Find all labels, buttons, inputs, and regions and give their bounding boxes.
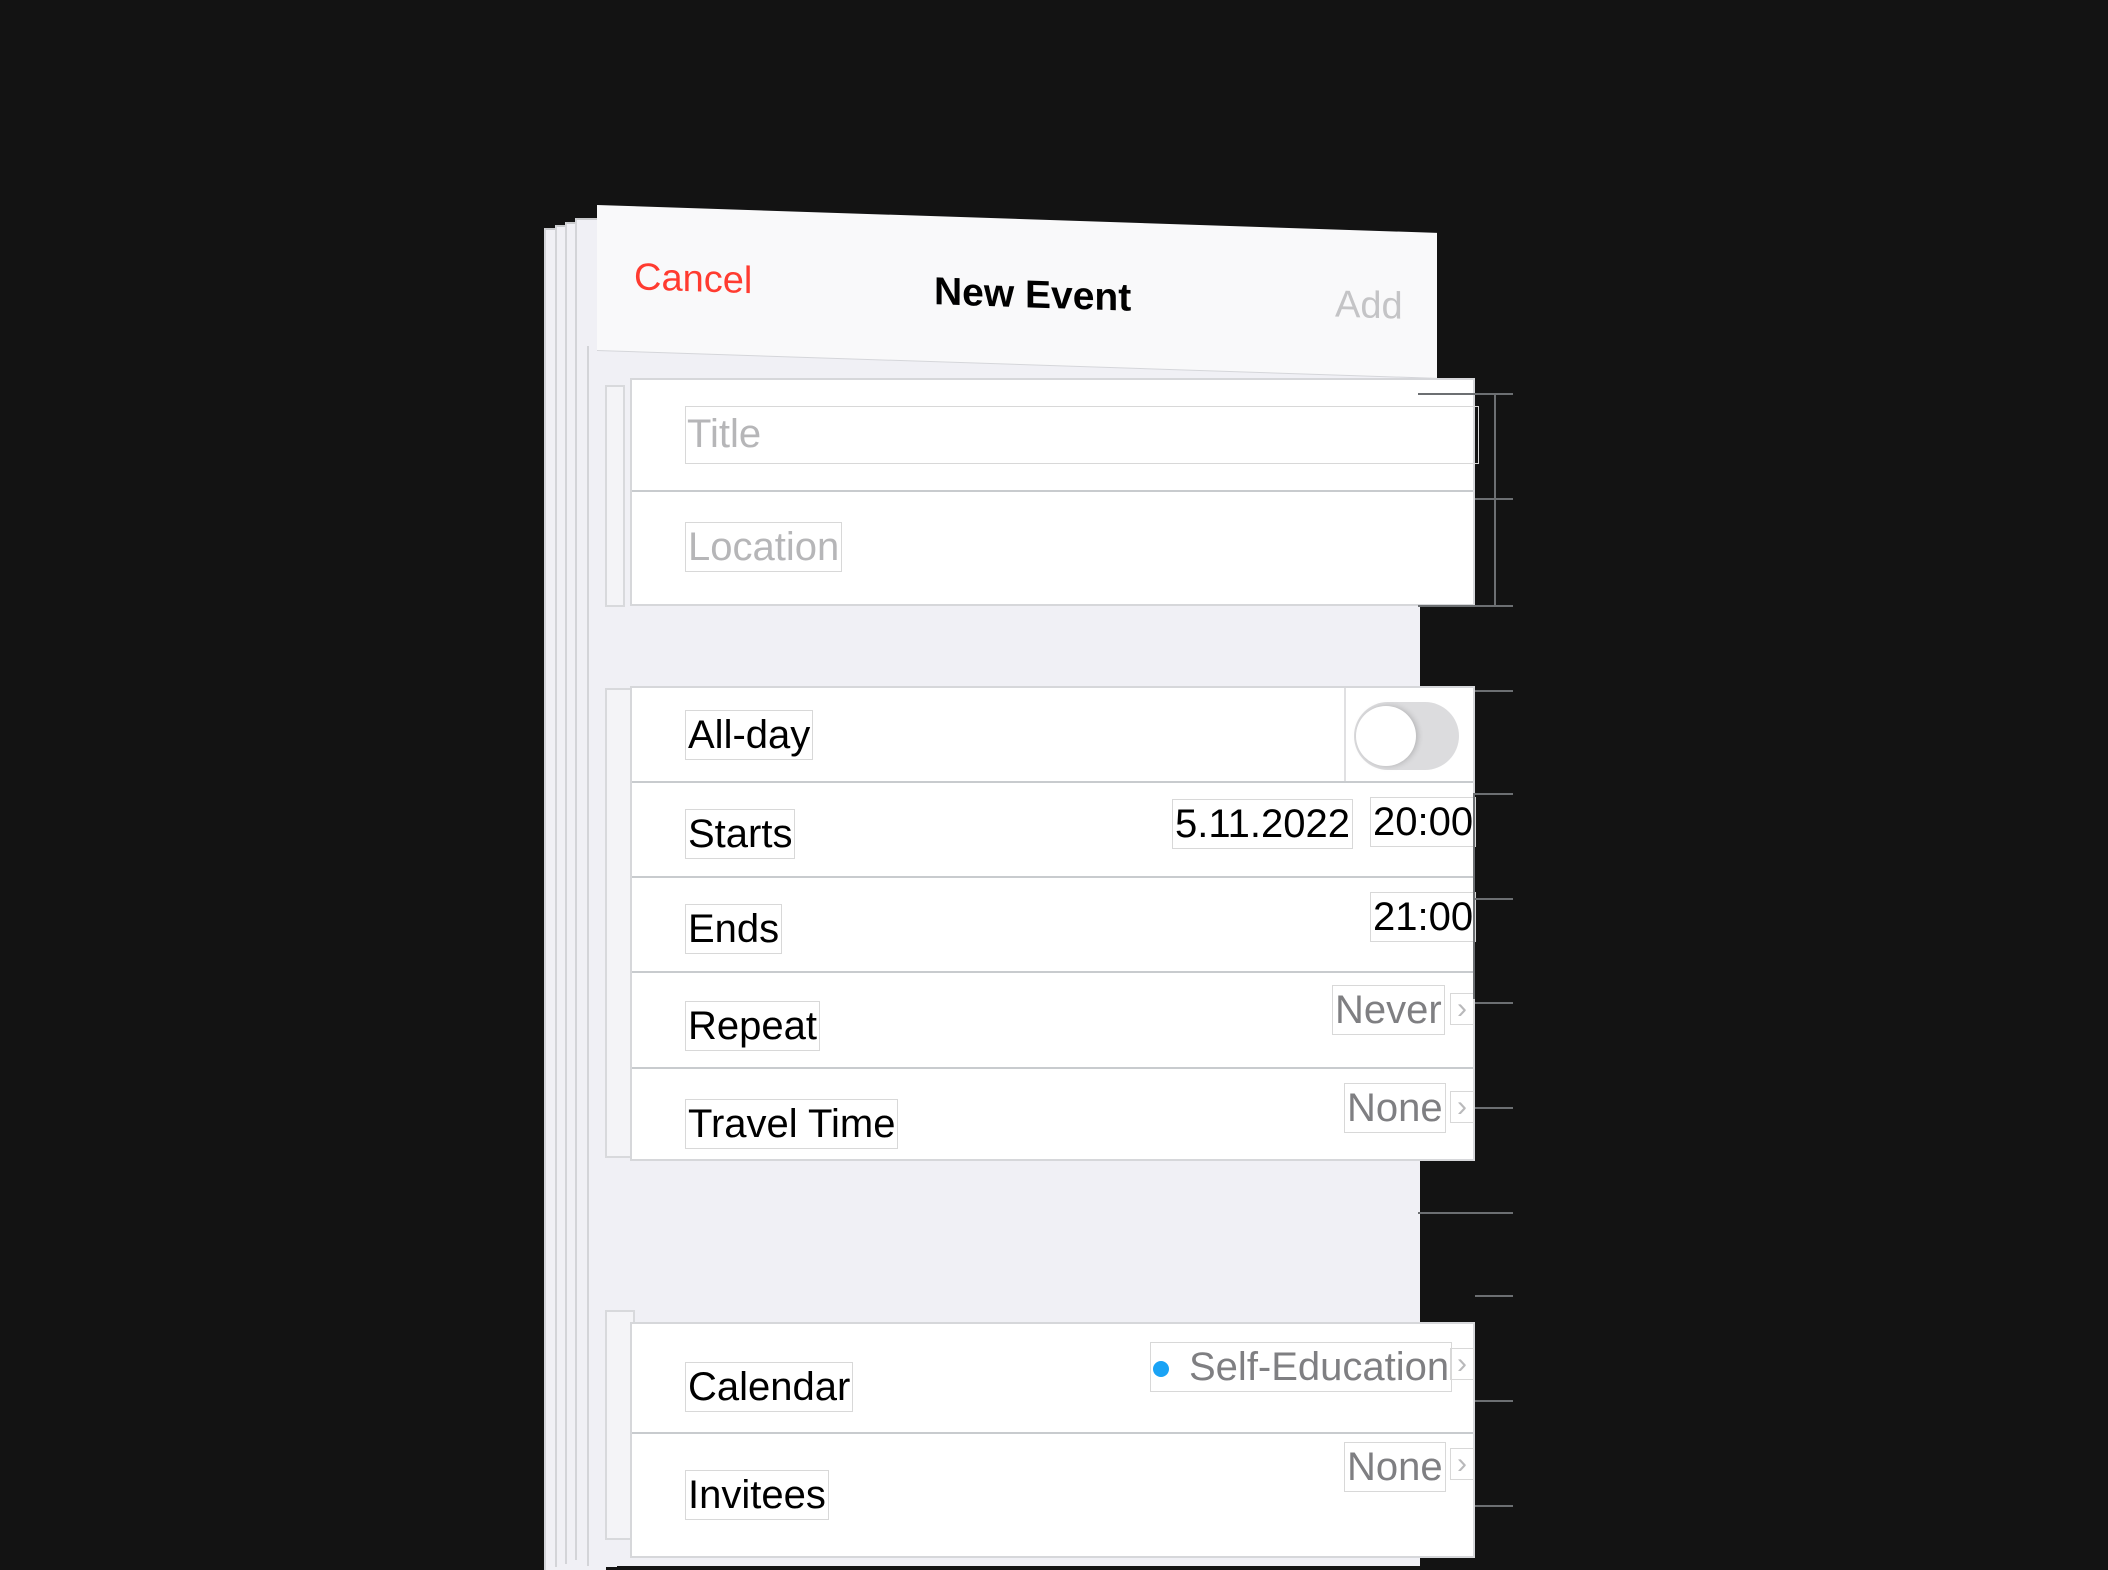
chevron-right-icon: › <box>1450 993 1474 1025</box>
connector-line <box>1475 690 1513 692</box>
calendar-value[interactable]: Self-Education <box>1150 1342 1453 1392</box>
connector-line <box>1418 1212 1513 1214</box>
page-title: New Event <box>934 270 1132 320</box>
navigation-bar: Cancel New Event Add <box>597 205 1437 378</box>
connector-line <box>1475 1295 1513 1297</box>
location-row: Location <box>632 492 1473 606</box>
travel-time-label: Travel Time <box>685 1099 899 1149</box>
title-location-group <box>605 385 625 607</box>
connector-line <box>1475 1400 1513 1402</box>
title-row: Title <box>632 380 1479 492</box>
starts-row: Starts 5.11.2022 20:00 <box>632 783 1477 878</box>
repeat-value[interactable]: Never <box>1332 985 1445 1035</box>
connector-line <box>1475 1107 1513 1109</box>
connector-line <box>1473 793 1475 999</box>
invitees-label: Invitees <box>685 1470 829 1520</box>
allday-row: All-day <box>632 688 1473 783</box>
cancel-button[interactable]: Cancel <box>634 256 752 303</box>
title-field-box[interactable] <box>685 406 1479 464</box>
connector-line <box>1475 1002 1513 1004</box>
connector-line <box>1494 395 1496 605</box>
calendar-row[interactable]: Calendar Self-Education › <box>632 1324 1474 1434</box>
repeat-label: Repeat <box>685 1001 820 1051</box>
starts-label: Starts <box>685 809 796 859</box>
travel-time-value[interactable]: None <box>1344 1083 1446 1133</box>
title-input[interactable]: Title <box>685 410 763 458</box>
travel-time-row[interactable]: Travel Time None › <box>632 1069 1474 1161</box>
start-date-value[interactable]: 5.11.2022 <box>1172 799 1353 849</box>
connector-line <box>1418 605 1513 607</box>
allday-toggle[interactable] <box>1354 702 1459 770</box>
calendar-color-dot-icon <box>1153 1361 1169 1378</box>
allday-label: All-day <box>685 710 814 760</box>
invitees-row[interactable]: Invitees None › <box>632 1434 1474 1558</box>
connector-line <box>1475 898 1513 900</box>
connector-line <box>1475 1505 1513 1507</box>
calendar-value-text: Self-Education <box>1189 1345 1450 1389</box>
chevron-right-icon: › <box>1450 1448 1474 1480</box>
end-time-value[interactable]: 21:00 <box>1370 892 1477 942</box>
start-time-value[interactable]: 20:00 <box>1370 797 1477 847</box>
calendar-invitees-card: Calendar Self-Education › Invitees None … <box>630 1322 1475 1558</box>
title-location-card: Title Location <box>630 378 1479 606</box>
location-input[interactable]: Location <box>685 522 843 572</box>
connector-line <box>1418 393 1513 395</box>
toggle-frame <box>1344 688 1346 781</box>
chevron-right-icon: › <box>1450 1348 1474 1380</box>
calendar-label: Calendar <box>685 1362 854 1412</box>
connector-line <box>1475 793 1513 795</box>
invitees-value[interactable]: None <box>1344 1442 1446 1492</box>
add-button[interactable]: Add <box>1335 283 1403 328</box>
repeat-row[interactable]: Repeat Never › <box>632 973 1474 1069</box>
ends-label: Ends <box>685 904 783 954</box>
date-time-card: All-day Starts 5.11.2022 20:00 Ends 21:0… <box>630 686 1477 1161</box>
chevron-right-icon: › <box>1450 1091 1474 1123</box>
toggle-knob <box>1356 706 1416 766</box>
ends-row: Ends 21:00 <box>632 878 1477 973</box>
